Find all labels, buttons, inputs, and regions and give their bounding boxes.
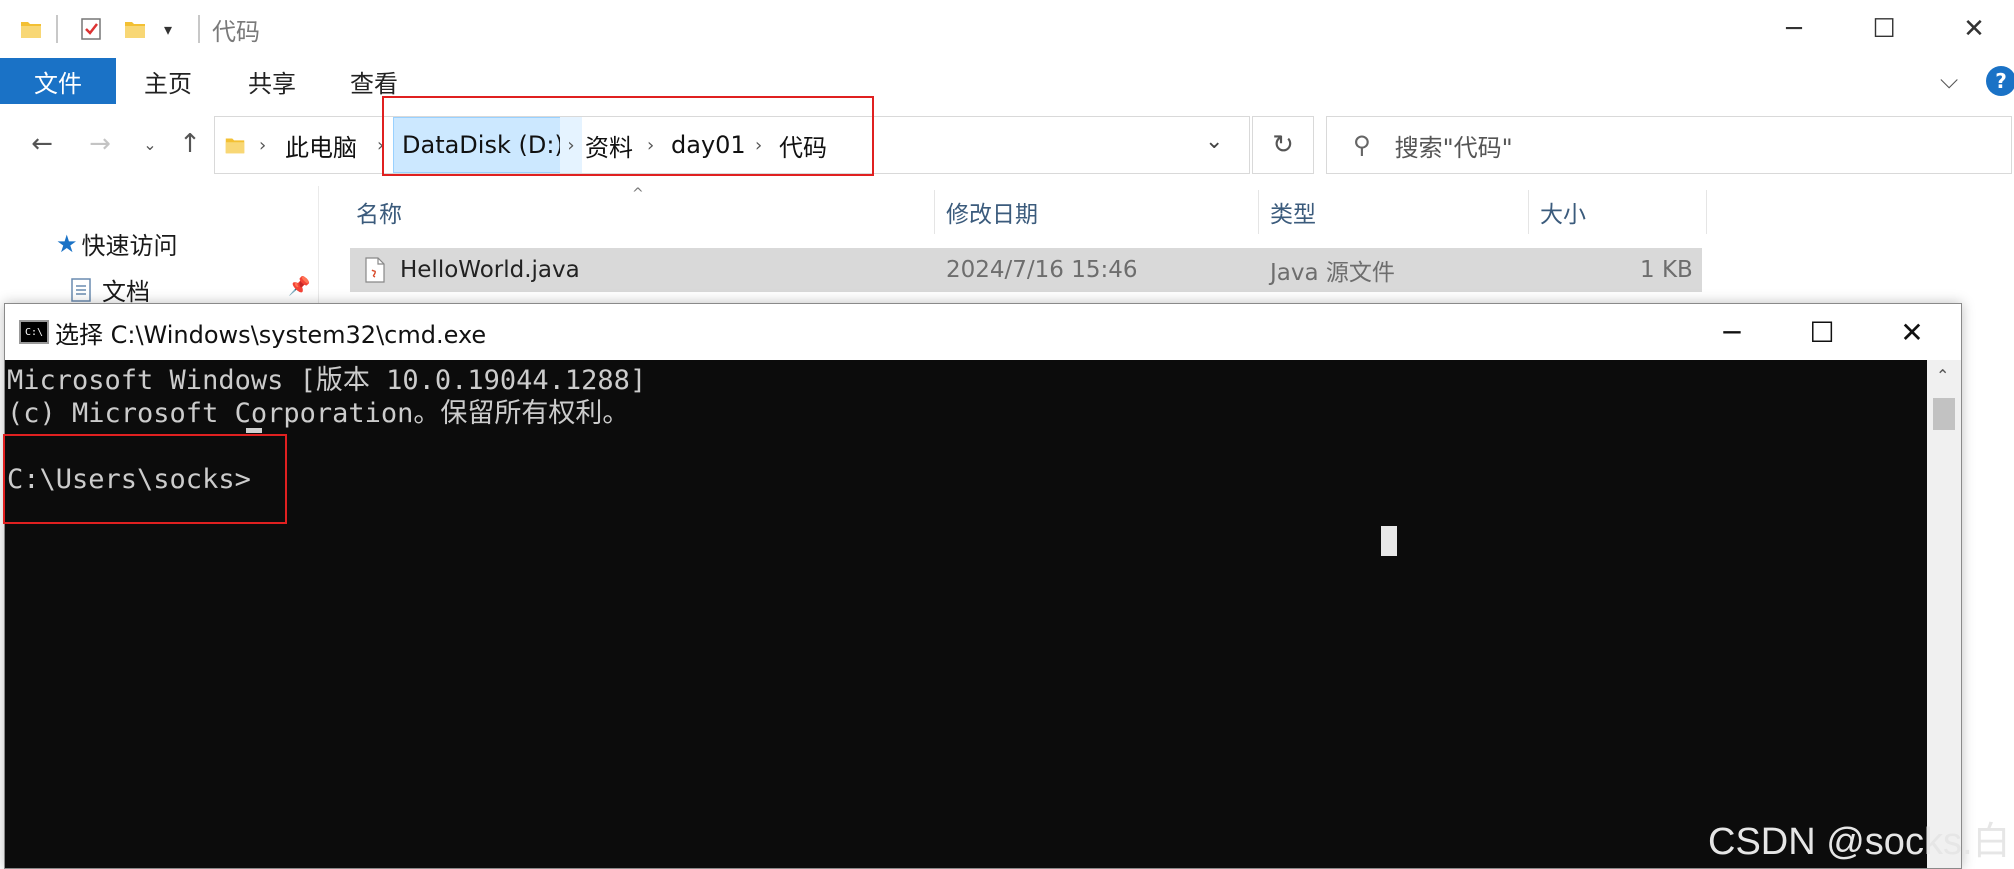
explorer-title-bar: ▾ 代码 ─ ☐ ✕: [0, 0, 2014, 58]
address-highlight-box: [382, 96, 874, 176]
maximize-button[interactable]: ☐: [1854, 0, 1914, 58]
tab-share[interactable]: 共享: [232, 58, 312, 104]
up-button[interactable]: ↑: [170, 124, 210, 164]
search-input[interactable]: 搜索"代码": [1395, 128, 1513, 163]
file-size: 1 KB: [1640, 257, 1693, 283]
star-icon: ★: [56, 229, 78, 258]
cmd-title-bar[interactable]: C:\ 选择 C:\Windows\system32\cmd.exe ─ ☐ ✕: [5, 304, 1961, 360]
mouse-text-cursor: [1381, 526, 1397, 556]
file-modified: 2024/7/16 15:46: [946, 257, 1138, 283]
search-box[interactable]: ⚲ 搜索"代码": [1326, 116, 2012, 174]
console-line: Microsoft Windows [版本 10.0.19044.1288]: [7, 365, 647, 396]
tab-home[interactable]: 主页: [128, 58, 208, 104]
cmd-maximize-button[interactable]: ☐: [1777, 304, 1867, 360]
recent-locations-button[interactable]: ⌄: [130, 124, 170, 164]
document-icon: [71, 277, 91, 302]
properties-icon[interactable]: [78, 16, 104, 42]
table-row[interactable]: HelloWorld.java 2024/7/16 15:46 Java 源文件…: [350, 248, 1702, 292]
watermark: CSDN @socks.白: [1708, 821, 2011, 863]
cmd-window[interactable]: C:\ 选择 C:\Windows\system32\cmd.exe ─ ☐ ✕…: [4, 303, 1962, 869]
navigation-bar: ← → ⌄ ↑ › 此电脑 › DataDisk (D:) › 资料 › day…: [0, 104, 2014, 186]
scroll-up-icon[interactable]: ⌃: [1936, 366, 1949, 385]
file-name: HelloWorld.java: [400, 257, 580, 283]
scroll-thumb[interactable]: [1933, 398, 1955, 430]
address-dropdown-icon[interactable]: ⌄: [1205, 129, 1223, 154]
column-name[interactable]: 名称: [356, 186, 402, 238]
folder-icon: [21, 22, 41, 38]
breadcrumb-this-pc[interactable]: 此电脑: [285, 117, 357, 173]
help-icon[interactable]: ?: [1986, 66, 2014, 96]
text-caret: [246, 428, 262, 433]
refresh-button[interactable]: ↻: [1252, 116, 1314, 174]
search-icon: ⚲: [1353, 131, 1371, 159]
console-line: (c) Microsoft Corporation。保留所有权利。: [7, 398, 630, 429]
new-folder-icon[interactable]: [122, 16, 148, 42]
back-button[interactable]: ←: [22, 124, 62, 164]
customize-quick-access-icon[interactable]: ▾: [164, 20, 190, 46]
console-scrollbar[interactable]: ⌃: [1927, 360, 1961, 868]
console-output[interactable]: Microsoft Windows [版本 10.0.19044.1288] (…: [5, 360, 1927, 868]
column-type[interactable]: 类型: [1270, 186, 1316, 238]
minimize-button[interactable]: ─: [1764, 0, 1824, 58]
chevron-right-icon[interactable]: ›: [259, 117, 266, 173]
java-file-icon: [365, 257, 385, 283]
documents-item[interactable]: 文档: [70, 272, 150, 307]
column-modified[interactable]: 修改日期: [946, 186, 1038, 238]
close-button[interactable]: ✕: [1944, 0, 2004, 58]
expand-ribbon-icon[interactable]: ⌵: [1940, 66, 1958, 94]
column-size[interactable]: 大小: [1540, 186, 1586, 238]
cmd-close-button[interactable]: ✕: [1867, 304, 1957, 360]
forward-button[interactable]: →: [80, 124, 120, 164]
cmd-title: 选择 C:\Windows\system32\cmd.exe: [55, 320, 487, 349]
cmd-icon: C:\: [19, 320, 49, 344]
sort-ascending-icon: ^: [632, 186, 644, 202]
folder-icon: [225, 138, 245, 154]
file-type: Java 源文件: [1270, 260, 1395, 286]
cmd-minimize-button[interactable]: ─: [1687, 304, 1777, 360]
tab-file[interactable]: 文件: [0, 58, 116, 104]
navigation-pane: ★ 快速访问 文档 📌: [0, 186, 319, 306]
file-list-header: ^ 名称 修改日期 类型 大小: [350, 186, 1710, 238]
ribbon-tabs: 文件 主页 共享 查看 ⌵ ?: [0, 58, 2014, 105]
prompt-highlight-box: [3, 434, 287, 524]
pin-icon[interactable]: 📌: [288, 276, 310, 297]
quick-access-item[interactable]: ★ 快速访问: [56, 226, 178, 261]
window-title: 代码: [212, 18, 260, 46]
